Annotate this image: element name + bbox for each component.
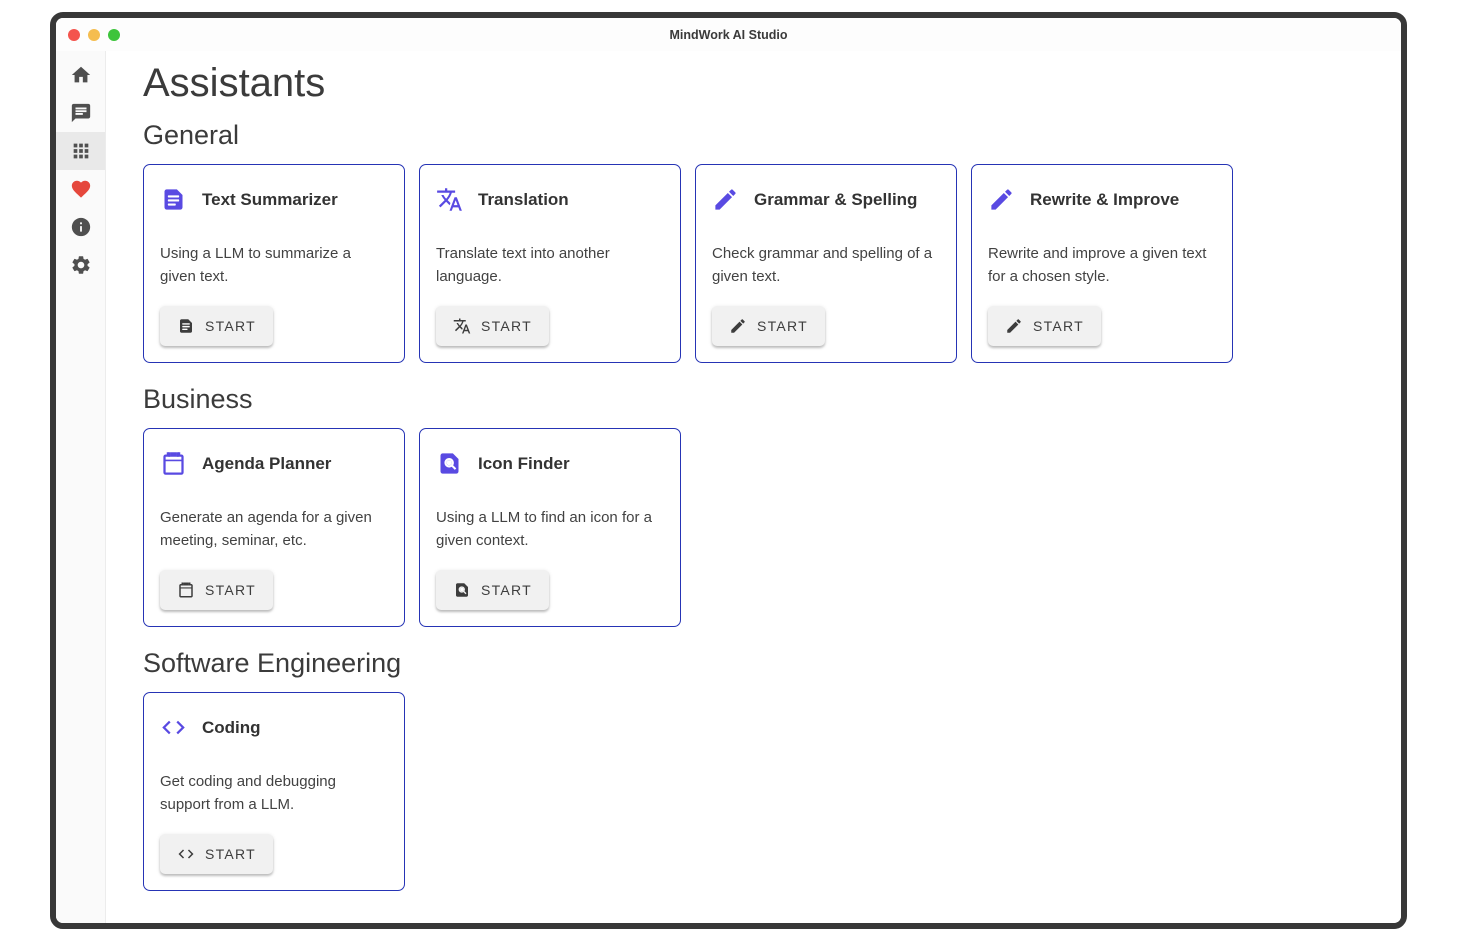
- calendar-icon: [160, 450, 187, 477]
- assistant-card-translation: Translation Translate text into another …: [419, 164, 681, 363]
- card-header: Translation: [436, 186, 664, 213]
- sidebar-item-settings[interactable]: [56, 246, 105, 284]
- start-button[interactable]: START: [160, 570, 273, 610]
- pencil-icon: [712, 186, 739, 213]
- card-header: Rewrite & Improve: [988, 186, 1216, 213]
- window-title: MindWork AI Studio: [669, 28, 787, 42]
- document-icon: [160, 186, 187, 213]
- card-description: Using a LLM to summarize a given text.: [160, 242, 388, 306]
- code-icon: [177, 845, 195, 863]
- start-button-label: START: [481, 318, 532, 334]
- card-description: Using a LLM to find an icon for a given …: [436, 506, 664, 570]
- assistant-sections: General Text Summarizer Using a LLM to s…: [143, 120, 1377, 891]
- start-button-label: START: [757, 318, 808, 334]
- sidebar-item-chat[interactable]: [56, 94, 105, 132]
- section-title: Software Engineering: [143, 648, 1377, 679]
- start-button[interactable]: START: [436, 306, 549, 346]
- home-icon: [70, 64, 92, 86]
- start-button-label: START: [205, 582, 256, 598]
- start-button[interactable]: START: [160, 834, 273, 874]
- pencil-icon: [729, 317, 747, 335]
- card-title: Translation: [478, 190, 569, 210]
- apps-grid-icon: [70, 140, 92, 162]
- info-icon: [70, 216, 92, 238]
- heart-icon: [70, 178, 92, 200]
- assistant-card-coding: Coding Get coding and debugging support …: [143, 692, 405, 891]
- start-button[interactable]: START: [160, 306, 273, 346]
- card-title: Coding: [202, 718, 261, 738]
- assistant-card-text-summarizer: Text Summarizer Using a LLM to summarize…: [143, 164, 405, 363]
- document-icon: [177, 317, 195, 335]
- card-title: Text Summarizer: [202, 190, 338, 210]
- card-description: Rewrite and improve a given text for a c…: [988, 242, 1216, 306]
- start-button[interactable]: START: [988, 306, 1101, 346]
- zoom-window-button[interactable]: [108, 29, 120, 41]
- minimize-window-button[interactable]: [88, 29, 100, 41]
- icon-search-icon: [453, 581, 471, 599]
- card-title: Icon Finder: [478, 454, 570, 474]
- assistant-card-grammar-spelling: Grammar & Spelling Check grammar and spe…: [695, 164, 957, 363]
- card-description: Generate an agenda for a given meeting, …: [160, 506, 388, 570]
- chat-icon: [70, 102, 92, 124]
- card-header: Grammar & Spelling: [712, 186, 940, 213]
- card-description: Translate text into another language.: [436, 242, 664, 306]
- card-description: Get coding and debugging support from a …: [160, 770, 388, 834]
- translate-icon: [453, 317, 471, 335]
- card-row: Agenda Planner Generate an agenda for a …: [143, 428, 1377, 627]
- assistant-card-agenda-planner: Agenda Planner Generate an agenda for a …: [143, 428, 405, 627]
- start-button[interactable]: START: [436, 570, 549, 610]
- pencil-icon: [1005, 317, 1023, 335]
- card-header: Coding: [160, 714, 388, 741]
- icon-search-icon: [436, 450, 463, 477]
- card-description: Check grammar and spelling of a given te…: [712, 242, 940, 306]
- card-row: Text Summarizer Using a LLM to summarize…: [143, 164, 1377, 363]
- start-button-label: START: [481, 582, 532, 598]
- gear-icon: [70, 254, 92, 276]
- app-window: MindWork AI Studio Assistants General Te…: [50, 12, 1407, 929]
- sidebar-item-assistants[interactable]: [56, 132, 105, 170]
- assistant-card-rewrite-improve: Rewrite & Improve Rewrite and improve a …: [971, 164, 1233, 363]
- start-button-label: START: [205, 846, 256, 862]
- page-title: Assistants: [143, 61, 1377, 106]
- sidebar-item-home[interactable]: [56, 56, 105, 94]
- sidebar-item-supporters[interactable]: [56, 170, 105, 208]
- start-button-label: START: [1033, 318, 1084, 334]
- card-title: Agenda Planner: [202, 454, 331, 474]
- card-header: Agenda Planner: [160, 450, 388, 477]
- title-bar: MindWork AI Studio: [56, 18, 1401, 51]
- calendar-icon: [177, 581, 195, 599]
- sidebar: [56, 51, 106, 923]
- card-header: Text Summarizer: [160, 186, 388, 213]
- assistant-card-icon-finder: Icon Finder Using a LLM to find an icon …: [419, 428, 681, 627]
- card-header: Icon Finder: [436, 450, 664, 477]
- traffic-lights: [68, 29, 120, 41]
- pencil-icon: [988, 186, 1015, 213]
- section-title: General: [143, 120, 1377, 151]
- start-button[interactable]: START: [712, 306, 825, 346]
- section-title: Business: [143, 384, 1377, 415]
- code-icon: [160, 714, 187, 741]
- card-title: Grammar & Spelling: [754, 190, 917, 210]
- sidebar-item-about[interactable]: [56, 208, 105, 246]
- close-window-button[interactable]: [68, 29, 80, 41]
- translate-icon: [436, 186, 463, 213]
- card-title: Rewrite & Improve: [1030, 190, 1179, 210]
- main-content: Assistants General Text Summarizer Using…: [106, 51, 1401, 923]
- card-row: Coding Get coding and debugging support …: [143, 692, 1377, 891]
- start-button-label: START: [205, 318, 256, 334]
